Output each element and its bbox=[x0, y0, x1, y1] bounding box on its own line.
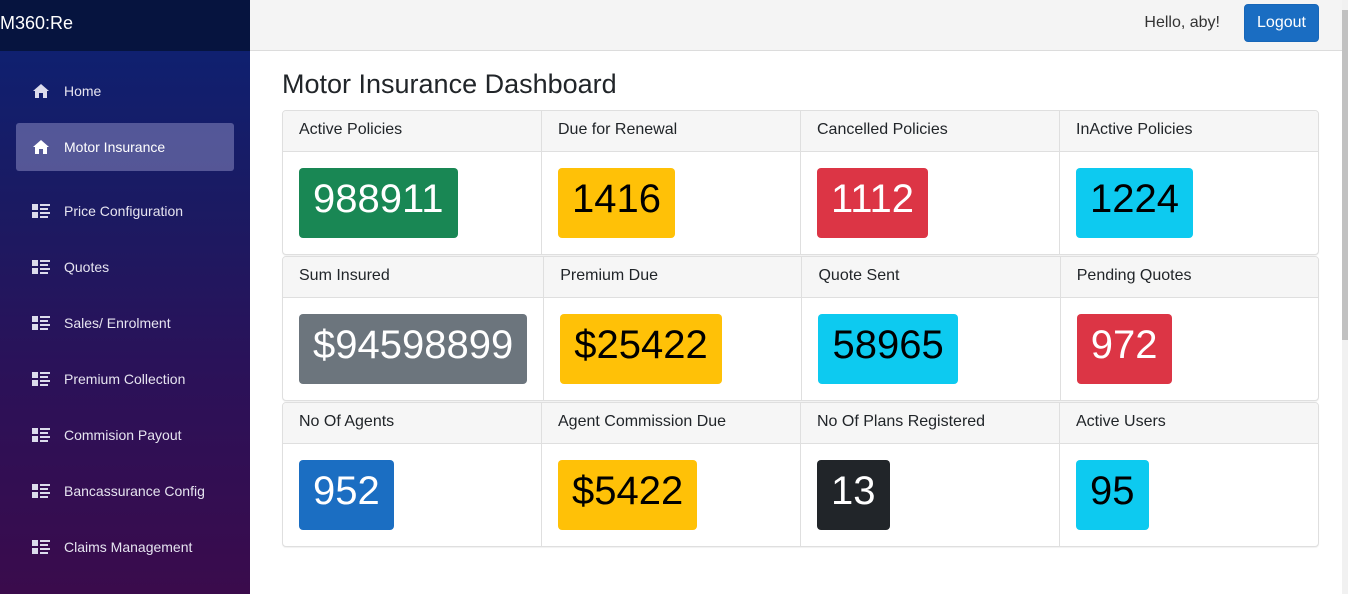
user-greeting: Hello, aby! bbox=[1144, 14, 1220, 31]
stat-value-badge: 988911 bbox=[299, 168, 458, 238]
sidebar-item-claims-management[interactable]: Claims Management bbox=[16, 523, 234, 571]
scrollbar-thumb[interactable] bbox=[1342, 10, 1348, 340]
sidebar-item-label: Sales/ Enrolment bbox=[64, 315, 171, 331]
stat-card-label: Active Policies bbox=[283, 111, 541, 152]
sidebar: M360:Re Home Motor Insurance Price Confi… bbox=[0, 0, 250, 594]
sidebar-item-label: Quotes bbox=[64, 259, 110, 275]
sidebar-item-quotes[interactable]: Quotes bbox=[16, 243, 234, 291]
stat-card-label: Sum Insured bbox=[283, 257, 544, 298]
stat-card-label: Agent Commission Due bbox=[542, 403, 800, 444]
page-title: Motor Insurance Dashboard bbox=[282, 69, 617, 99]
sidebar-nav: Home Motor Insurance Price Configuration… bbox=[0, 51, 250, 571]
stat-value-badge: 13 bbox=[817, 460, 890, 530]
stat-card-sum-insured: Sum Insured $94598899 bbox=[283, 257, 545, 400]
stat-card-quote-sent: Quote Sent 58965 bbox=[802, 257, 1061, 400]
list-icon bbox=[32, 483, 50, 499]
sidebar-item-label: Bancassurance Config bbox=[64, 483, 205, 499]
stat-value-badge: 58965 bbox=[818, 314, 958, 384]
main-content: Motor Insurance Dashboard Active Policie… bbox=[282, 51, 1319, 548]
stat-card-label: InActive Policies bbox=[1060, 111, 1318, 152]
list-icon bbox=[32, 427, 50, 443]
stat-card-label: No Of Agents bbox=[283, 403, 541, 444]
brand-logo[interactable]: M360:Re bbox=[0, 0, 250, 51]
list-icon bbox=[32, 539, 50, 555]
stat-card-label: Quote Sent bbox=[802, 257, 1060, 298]
sidebar-item-commision-payout[interactable]: Commision Payout bbox=[16, 411, 234, 459]
stat-card-premium-due: Premium Due $25422 bbox=[544, 257, 803, 400]
stat-card-label: Premium Due bbox=[544, 257, 802, 298]
stat-card-label: No Of Plans Registered bbox=[801, 403, 1059, 444]
top-bar: Hello, aby! Logout bbox=[250, 0, 1342, 51]
sidebar-item-bancassurance-config[interactable]: Bancassurance Config bbox=[16, 467, 234, 515]
list-icon bbox=[32, 203, 50, 219]
sidebar-item-label: Motor Insurance bbox=[64, 139, 166, 155]
stats-row: Sum Insured $94598899 Premium Due $25422… bbox=[282, 256, 1319, 401]
stat-value-badge: $25422 bbox=[560, 314, 722, 384]
stat-value-badge: 1112 bbox=[817, 168, 929, 238]
sidebar-item-label: Home bbox=[64, 83, 102, 99]
stat-card-label: Pending Quotes bbox=[1060, 257, 1318, 298]
stat-card-inactive-policies: InActive Policies 1224 bbox=[1060, 111, 1318, 254]
stats-row: Active Policies 988911 Due for Renewal 1… bbox=[282, 110, 1319, 255]
stat-card-no-of-agents: No Of Agents 952 bbox=[283, 403, 542, 546]
stat-value-badge: 1224 bbox=[1076, 168, 1193, 238]
stat-value-badge: 95 bbox=[1076, 460, 1149, 530]
sidebar-item-sales-enrolment[interactable]: Sales/ Enrolment bbox=[16, 299, 234, 347]
list-icon bbox=[32, 371, 50, 387]
list-icon bbox=[32, 315, 50, 331]
stat-card-agent-commission-due: Agent Commission Due $5422 bbox=[542, 403, 801, 546]
sidebar-item-home[interactable]: Home bbox=[16, 67, 234, 115]
stat-card-cancelled-policies: Cancelled Policies 1112 bbox=[801, 111, 1060, 254]
home-icon bbox=[32, 139, 50, 155]
stat-card-label: Active Users bbox=[1060, 403, 1318, 444]
stat-card-label: Due for Renewal bbox=[542, 111, 800, 152]
stat-card-due-for-renewal: Due for Renewal 1416 bbox=[542, 111, 801, 254]
sidebar-item-premium-collection[interactable]: Premium Collection bbox=[16, 355, 234, 403]
stat-card-label: Cancelled Policies bbox=[801, 111, 1059, 152]
stat-value-badge: $5422 bbox=[558, 460, 698, 530]
stats-row: No Of Agents 952 Agent Commission Due $5… bbox=[282, 402, 1319, 547]
stat-card-active-users: Active Users 95 bbox=[1060, 403, 1318, 546]
list-icon bbox=[32, 259, 50, 275]
logout-button[interactable]: Logout bbox=[1244, 4, 1319, 42]
sidebar-item-label: Commision Payout bbox=[64, 427, 182, 443]
page-scrollbar[interactable] bbox=[1342, 0, 1348, 594]
stat-card-pending-quotes: Pending Quotes 972 bbox=[1060, 257, 1318, 400]
home-icon bbox=[32, 83, 50, 99]
stat-value-badge: 952 bbox=[299, 460, 394, 530]
stat-value-badge: 972 bbox=[1076, 314, 1172, 384]
sidebar-item-price-configuration[interactable]: Price Configuration bbox=[16, 187, 234, 235]
stat-value-badge: 1416 bbox=[558, 168, 675, 238]
stat-card-no-of-plans-registered: No Of Plans Registered 13 bbox=[801, 403, 1060, 546]
sidebar-item-label: Claims Management bbox=[64, 539, 193, 555]
stat-value-badge: $94598899 bbox=[299, 314, 528, 384]
sidebar-item-label: Price Configuration bbox=[64, 203, 184, 219]
sidebar-item-motor-insurance[interactable]: Motor Insurance bbox=[16, 123, 234, 171]
stat-card-active-policies: Active Policies 988911 bbox=[283, 111, 542, 254]
sidebar-item-label: Premium Collection bbox=[64, 371, 186, 387]
